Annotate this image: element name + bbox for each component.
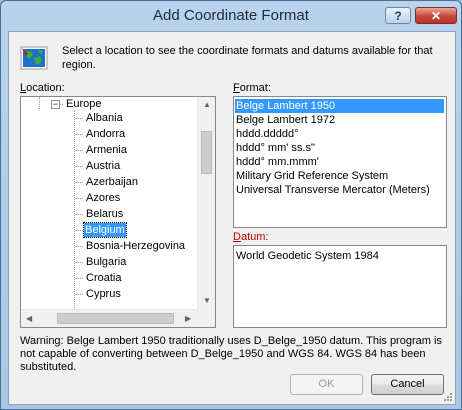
tree-item[interactable]: Austria bbox=[86, 159, 120, 173]
tree-line bbox=[75, 134, 83, 135]
tree-line bbox=[75, 294, 83, 295]
format-item[interactable]: Universal Transverse Mercator (Meters) bbox=[236, 183, 430, 197]
help-button[interactable]: ? bbox=[385, 7, 411, 24]
tree-item[interactable]: Albania bbox=[86, 111, 123, 125]
tree-line bbox=[75, 166, 83, 167]
tree-item-europe[interactable]: Europe bbox=[66, 97, 101, 111]
tree-item[interactable]: Bulgaria bbox=[86, 255, 126, 269]
scroll-left-arrow-icon[interactable]: ◀ bbox=[26, 315, 32, 323]
dialog-window: Add Coordinate Format ? ✕ Select a locat… bbox=[0, 0, 462, 410]
collapse-icon[interactable]: − bbox=[51, 100, 60, 109]
scrollbar-corner bbox=[198, 310, 215, 327]
tree-line bbox=[75, 118, 83, 119]
datum-item[interactable]: World Geodetic System 1984 bbox=[236, 249, 379, 263]
close-button[interactable]: ✕ bbox=[415, 7, 457, 24]
close-icon: ✕ bbox=[430, 9, 442, 23]
tree-line bbox=[74, 111, 75, 310]
warning-text: Warning: Belge Lambert 1950 traditionall… bbox=[20, 335, 442, 373]
format-item[interactable]: hddd.ddddd° bbox=[236, 127, 299, 141]
tree-item[interactable]: Armenia bbox=[86, 143, 127, 157]
tree-line bbox=[75, 230, 83, 231]
tree-line bbox=[75, 150, 83, 151]
format-list[interactable]: Belge Lambert 1950 Belge Lambert 1972 hd… bbox=[233, 96, 447, 228]
tree-item[interactable]: Cyprus bbox=[86, 287, 121, 301]
datum-label: Datum: bbox=[233, 231, 269, 243]
tree-line bbox=[75, 262, 83, 263]
scroll-up-arrow-icon[interactable]: ▲ bbox=[203, 101, 211, 109]
tree-item[interactable]: Belarus bbox=[86, 207, 123, 221]
format-item[interactable]: Military Grid Reference System bbox=[236, 169, 388, 183]
tree-line bbox=[75, 182, 83, 183]
tree-line bbox=[75, 246, 83, 247]
format-item-selected[interactable]: Belge Lambert 1950 bbox=[235, 99, 444, 113]
location-label: Location: bbox=[20, 82, 65, 94]
location-tree[interactable]: − Europe Albania Andorra Armenia Austria… bbox=[20, 96, 216, 328]
tree-line bbox=[39, 97, 40, 109]
ok-button[interactable]: OK bbox=[290, 374, 363, 395]
datum-list[interactable]: World Geodetic System 1984 bbox=[233, 245, 447, 328]
dialog-body: Select a location to see the coordinate … bbox=[8, 31, 456, 405]
tree-line bbox=[75, 198, 83, 199]
format-item[interactable]: hddd° mm' ss.s" bbox=[236, 141, 315, 155]
globe-icon bbox=[20, 46, 48, 70]
tree-item[interactable]: Azerbaijan bbox=[86, 175, 138, 189]
tree-line bbox=[75, 278, 83, 279]
scroll-right-arrow-icon[interactable]: ▶ bbox=[185, 315, 191, 323]
resize-grip-icon[interactable] bbox=[443, 392, 453, 402]
tree-item[interactable]: Croatia bbox=[86, 271, 121, 285]
horizontal-scrollbar[interactable]: ◀ ▶ bbox=[21, 309, 198, 327]
vertical-scroll-thumb[interactable] bbox=[201, 131, 212, 174]
format-item[interactable]: Belge Lambert 1972 bbox=[236, 113, 335, 127]
tree-item[interactable]: Azores bbox=[86, 191, 120, 205]
tree-item-selected[interactable]: Belgium bbox=[83, 222, 127, 238]
intro-text: Select a location to see the coordinate … bbox=[62, 45, 433, 71]
format-item[interactable]: hddd° mm.mmm' bbox=[236, 155, 319, 169]
tree-item[interactable]: Andorra bbox=[86, 127, 125, 141]
title-bar[interactable]: Add Coordinate Format ? ✕ bbox=[1, 1, 461, 31]
format-label: Format: bbox=[233, 82, 271, 94]
tree-line bbox=[75, 214, 83, 215]
tree-item[interactable]: Bosnia-Herzegovina bbox=[86, 239, 185, 253]
horizontal-scroll-thumb[interactable] bbox=[57, 313, 174, 324]
vertical-scrollbar[interactable]: ▲ ▼ bbox=[197, 97, 215, 310]
cancel-button[interactable]: Cancel bbox=[371, 374, 444, 395]
scroll-down-arrow-icon[interactable]: ▼ bbox=[203, 297, 211, 305]
